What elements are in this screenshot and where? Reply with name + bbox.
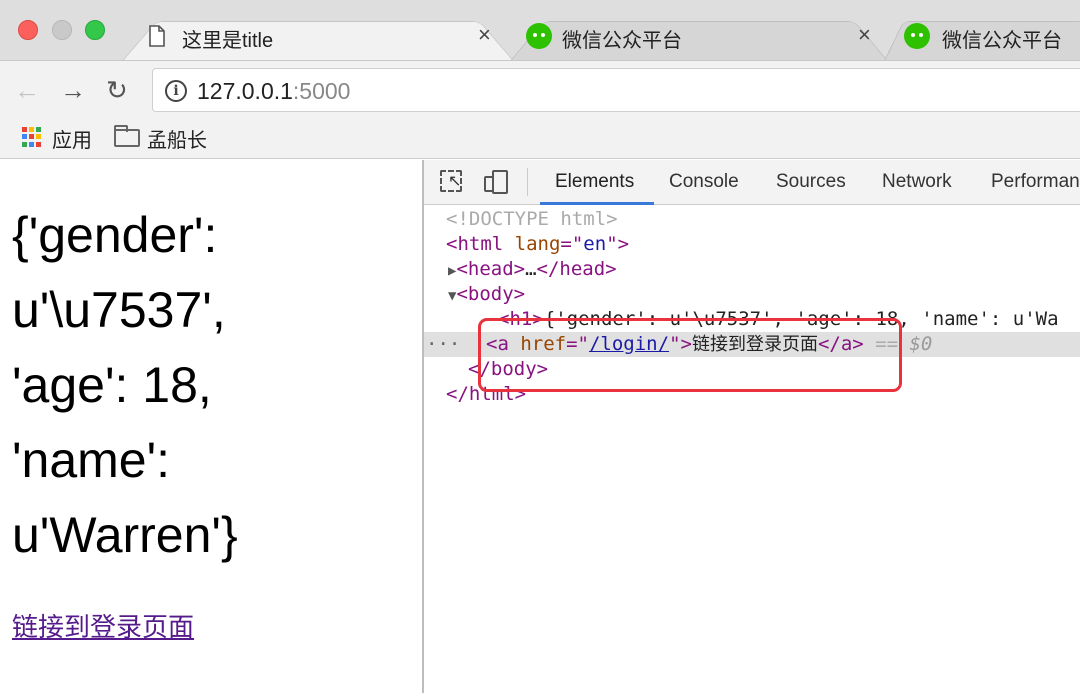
bookmarks-bar: 应用 孟船长: [0, 119, 1080, 159]
row-options-icon[interactable]: ···: [426, 332, 460, 357]
heading-line: 'age': 18,: [12, 357, 212, 413]
info-icon[interactable]: i: [165, 80, 187, 102]
tab-network[interactable]: Network: [882, 171, 952, 193]
forward-button[interactable]: →: [60, 75, 86, 105]
wechat-icon: [526, 23, 552, 49]
dom-node-doctype[interactable]: <!DOCTYPE html>: [446, 207, 618, 232]
maximize-window-button[interactable]: [85, 20, 105, 40]
address-bar[interactable]: i 127.0.0.1:5000: [152, 68, 1080, 112]
reload-button[interactable]: ↻: [106, 75, 128, 105]
highlight-annotation-box: [478, 318, 902, 392]
inspect-element-icon[interactable]: [440, 170, 462, 192]
heading-line: u'Warren'}: [12, 507, 238, 563]
url-text: 127.0.0.1:5000: [197, 78, 351, 104]
dom-node-html[interactable]: <html lang="en">: [446, 232, 629, 257]
separator: [527, 168, 528, 196]
heading-line: u'\u7537',: [12, 282, 226, 338]
wechat-icon: [904, 23, 930, 49]
heading-line: 'name':: [12, 432, 171, 488]
login-link[interactable]: 链接到登录页面: [12, 607, 194, 644]
tab-wechat-1[interactable]: 微信公众平台 ×: [510, 12, 888, 60]
tab-title: 这里是title: [182, 30, 274, 52]
close-window-button[interactable]: [18, 20, 38, 40]
close-tab-icon[interactable]: ×: [858, 22, 871, 48]
back-button[interactable]: ←: [14, 75, 40, 105]
folder-icon: [114, 125, 140, 147]
browser-toolbar: ← → ↻ i 127.0.0.1:5000: [0, 61, 1080, 119]
tab-wechat-2[interactable]: 微信公众平台: [884, 12, 1080, 60]
heading-line: {'gender':: [12, 207, 218, 263]
page-viewport: {'gender': u'\u7537', 'age': 18, 'name':…: [0, 160, 422, 693]
page-heading: {'gender': u'\u7537', 'age': 18, 'name':…: [12, 198, 412, 573]
apps-grid-icon: [22, 127, 42, 147]
tab-active[interactable]: 这里是title ×: [122, 12, 514, 60]
active-tab-indicator: [540, 202, 654, 205]
tab-sources[interactable]: Sources: [776, 171, 846, 193]
bookmark-apps[interactable]: 应用: [52, 124, 92, 153]
devtools-tabbar: Elements Console Sources Network Perform…: [424, 160, 1080, 205]
tab-strip: 这里是title × 微信公众平台 × 微信公众平台: [0, 0, 1080, 61]
tab-console[interactable]: Console: [669, 171, 739, 193]
devtools-panel: Elements Console Sources Network Perform…: [424, 160, 1080, 693]
minimize-window-button[interactable]: [52, 20, 72, 40]
dom-node-head[interactable]: ▶<head>…</head>: [448, 257, 617, 282]
device-toolbar-icon[interactable]: [484, 170, 510, 194]
tab-title: 微信公众平台: [562, 30, 682, 52]
document-icon: [149, 25, 165, 47]
close-tab-icon[interactable]: ×: [478, 22, 491, 48]
dom-node-body[interactable]: ▼<body>: [448, 282, 525, 307]
tab-title: 微信公众平台: [942, 30, 1062, 52]
tab-elements[interactable]: Elements: [555, 171, 634, 193]
bookmark-folder[interactable]: 孟船长: [147, 124, 207, 153]
tab-performance[interactable]: Performan: [991, 171, 1080, 193]
